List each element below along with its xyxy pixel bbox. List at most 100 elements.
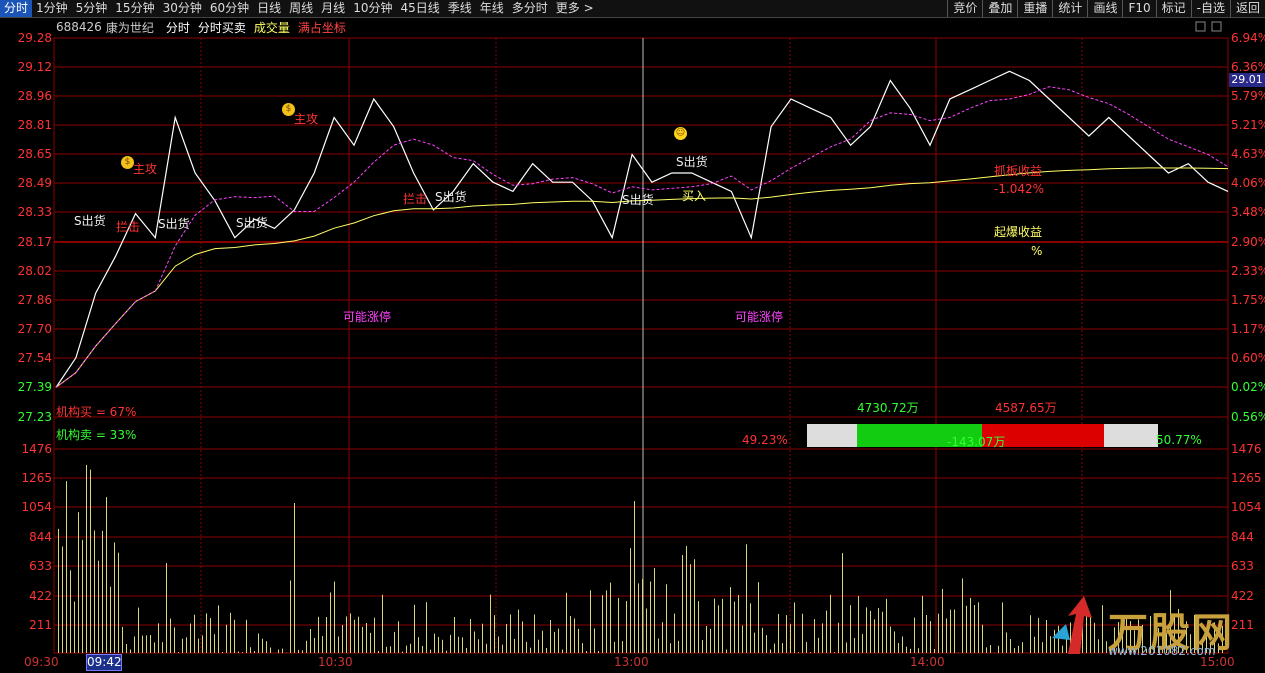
volume-bar (106, 497, 107, 653)
volume-bar (674, 613, 675, 653)
volume-bar (146, 635, 147, 653)
volume-bar (766, 635, 767, 653)
signal-zhugong-2: 主攻 (294, 112, 319, 126)
time-label-1300: 13:00 (614, 655, 649, 669)
signal-s-out-5: S出货 (622, 193, 654, 207)
volume-bar (614, 641, 615, 653)
volume-bar (246, 619, 247, 653)
volume-bar (758, 582, 759, 653)
volume-axis-label: 633 (29, 559, 52, 573)
volume-bar (598, 650, 599, 653)
volume-bar (926, 615, 927, 653)
volume-bar (1022, 642, 1023, 653)
volume-bar (214, 634, 215, 653)
volume-bar (1002, 602, 1003, 653)
volume-bar (282, 648, 283, 653)
volume-bar (710, 628, 711, 653)
volume-bar (126, 644, 127, 653)
grab-profit-label: 抓板收益 (994, 164, 1043, 178)
volume-bar (822, 623, 823, 653)
volume-bar (586, 651, 587, 653)
volume-bar (654, 568, 655, 653)
volume-bar (262, 638, 263, 653)
volume-bar (818, 637, 819, 653)
pct-axis-label: 5.21% (1231, 118, 1265, 132)
volume-bar (170, 618, 171, 653)
volume-bar (450, 634, 451, 653)
volume-bar (322, 636, 323, 653)
volume-bar (878, 608, 879, 653)
volume-bar (894, 631, 895, 653)
pct-axis-label: 2.90% (1231, 235, 1265, 249)
price-axis-label: 28.96 (17, 89, 52, 103)
burst-profit-value: % (1031, 244, 1043, 258)
volume-bar (198, 638, 199, 653)
volume-bar (454, 617, 455, 653)
volume-bar (874, 619, 875, 653)
volume-bar (886, 598, 887, 653)
price-axis-label: 27.54 (17, 351, 52, 365)
volume-bar (670, 643, 671, 653)
volume-bar (570, 616, 571, 653)
volume-bar (942, 588, 943, 653)
volume-bar (114, 542, 115, 653)
volume-bar (466, 647, 467, 653)
volume-bar (574, 618, 575, 653)
volume-bar (462, 637, 463, 653)
volume-bar (446, 650, 447, 653)
volume-bar (342, 624, 343, 653)
volume-bar (718, 605, 719, 653)
volume-bar (406, 645, 407, 653)
volume-bar (138, 607, 139, 653)
volume-bar (826, 610, 827, 653)
volume-bar (334, 581, 335, 653)
volume-bar (254, 650, 255, 653)
zoom-icon[interactable] (1195, 21, 1206, 32)
volume-bar (162, 642, 163, 653)
volume-bar (1042, 642, 1043, 653)
price-axis-label: 28.02 (17, 264, 52, 278)
volume-bar (754, 632, 755, 653)
volume-axis-label: 1054 (1231, 500, 1262, 514)
volume-bar (410, 643, 411, 653)
price-axis-label: 28.65 (17, 147, 52, 161)
volume-bar (66, 481, 67, 653)
volume-bar (1030, 615, 1031, 653)
volume-bar (850, 605, 851, 653)
volume-bar (514, 638, 515, 653)
volume-bar (390, 646, 391, 653)
volume-bar (834, 652, 835, 653)
signal-s-out-4: S出货 (435, 190, 467, 204)
chart-canvas[interactable] (0, 0, 1265, 673)
volume-bar (730, 587, 731, 653)
volume-bar (790, 624, 791, 653)
pct-axis-label: 1.75% (1231, 293, 1265, 307)
volume-axis-label: 1476 (21, 442, 52, 456)
volume-bar (110, 586, 111, 653)
volume-bar (250, 647, 251, 653)
price-axis-label: 28.49 (17, 176, 52, 190)
volume-bar (686, 546, 687, 653)
volume-bar (242, 652, 243, 653)
volume-bar (634, 501, 635, 653)
volume-bar (638, 583, 639, 653)
volume-bar (346, 616, 347, 653)
volume-bar (426, 602, 427, 653)
signal-s-out: S出货 (74, 214, 106, 228)
volume-bar (382, 594, 383, 653)
volume-bar (474, 631, 475, 653)
signal-lanjie-2: 拦击 (403, 192, 428, 206)
volume-bar (58, 528, 59, 653)
volume-bar (150, 635, 151, 653)
volume-bar (374, 617, 375, 653)
settings-icon[interactable] (1211, 21, 1222, 32)
volume-bar (350, 613, 351, 653)
volume-bar (122, 626, 123, 653)
volume-bar (206, 613, 207, 653)
volume-bar (698, 601, 699, 653)
time-cursor-label[interactable]: 09:42 (86, 654, 122, 671)
price-axis-label: 27.70 (17, 322, 52, 336)
volume-bar (666, 584, 667, 653)
volume-bar (82, 539, 83, 653)
flow-right-pct: 50.77% (1156, 433, 1202, 447)
